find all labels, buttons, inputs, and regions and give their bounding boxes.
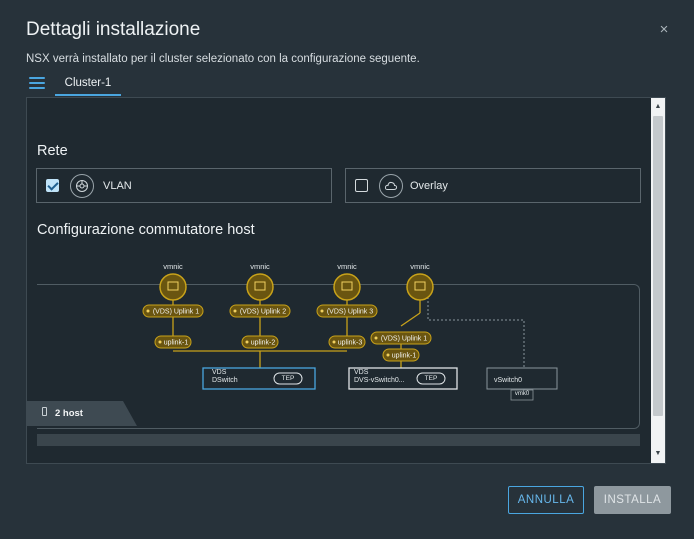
dialog-subtitle: NSX verrà installato per il cluster sele… <box>26 53 420 65</box>
vmnic-node[interactable] <box>333 273 361 301</box>
vds-uplink-label: (VDS) Uplink 2 <box>240 309 286 316</box>
vmnic-label: vmnic <box>163 262 183 271</box>
uplink-label: uplink-1 <box>164 340 189 347</box>
status-dot-icon <box>374 336 378 340</box>
host-icon <box>42 407 47 416</box>
vmnic-label: vmnic <box>410 262 430 271</box>
install-details-dialog: Dettagli installazione × NSX verrà insta… <box>0 0 694 539</box>
vds-uplink-label: (VDS) Uplink 1 <box>381 336 427 343</box>
status-dot-icon <box>386 353 390 357</box>
uplink-label: uplink-2 <box>251 340 276 347</box>
host-count-label: 2 host <box>55 408 83 419</box>
vmnic-label: vmnic <box>250 262 270 271</box>
vmnic-node[interactable] <box>159 273 187 301</box>
topology-graphic: vmnic vmnic vmnic vmnic (VDS) Uplink 1 (VDS)… <box>27 262 558 426</box>
scroll-down-icon[interactable]: ▼ <box>651 447 665 461</box>
vds-name-2: DVS-vSwitch0... <box>354 377 405 384</box>
close-icon[interactable]: × <box>656 22 672 38</box>
scroll-thumb[interactable] <box>653 116 663 416</box>
vswitch-name: vSwitch0 <box>494 377 523 384</box>
status-dot-icon <box>146 309 150 313</box>
install-button[interactable]: INSTALLA <box>594 486 671 514</box>
active-tab-indicator <box>55 94 121 96</box>
diagram-horizontal-scrollbar[interactable] <box>37 434 640 446</box>
vds-name-1: DSwitch <box>212 377 238 384</box>
vmnic-label: vmnic <box>337 262 357 271</box>
uplink-label: uplink-3 <box>338 340 363 347</box>
status-dot-icon <box>245 340 249 344</box>
tab-cluster-1[interactable]: Cluster-1 <box>55 76 121 96</box>
status-dot-icon <box>233 309 237 313</box>
vds-uplink-label: (VDS) Uplink 3 <box>327 309 373 316</box>
dialog-title: Dettagli installazione <box>26 19 201 40</box>
menu-icon[interactable] <box>29 76 45 90</box>
status-dot-icon <box>332 340 336 344</box>
cluster-config-panel: Rete VLAN Overlay Configurazione commuta… <box>26 97 666 464</box>
vds-uplink-label: (VDS) Uplink 1 <box>153 309 199 316</box>
status-dot-icon <box>158 340 162 344</box>
vds-type-label-2: VDS <box>354 369 369 376</box>
vds-type-label-1: VDS <box>212 369 227 376</box>
tep-badge-1: TEP <box>281 375 295 382</box>
uplink-label: uplink-1 <box>392 353 417 360</box>
tep-badge-2: TEP <box>424 375 438 382</box>
cancel-button[interactable]: ANNULLA <box>508 486 584 514</box>
vmk-label: vmk0 <box>514 391 530 397</box>
vmnic-node[interactable] <box>246 273 274 301</box>
vmnic-node[interactable] <box>406 273 434 301</box>
scroll-up-icon[interactable]: ▲ <box>651 100 665 114</box>
status-dot-icon <box>320 309 324 313</box>
vertical-scrollbar[interactable]: ▲ ▼ <box>651 98 665 463</box>
